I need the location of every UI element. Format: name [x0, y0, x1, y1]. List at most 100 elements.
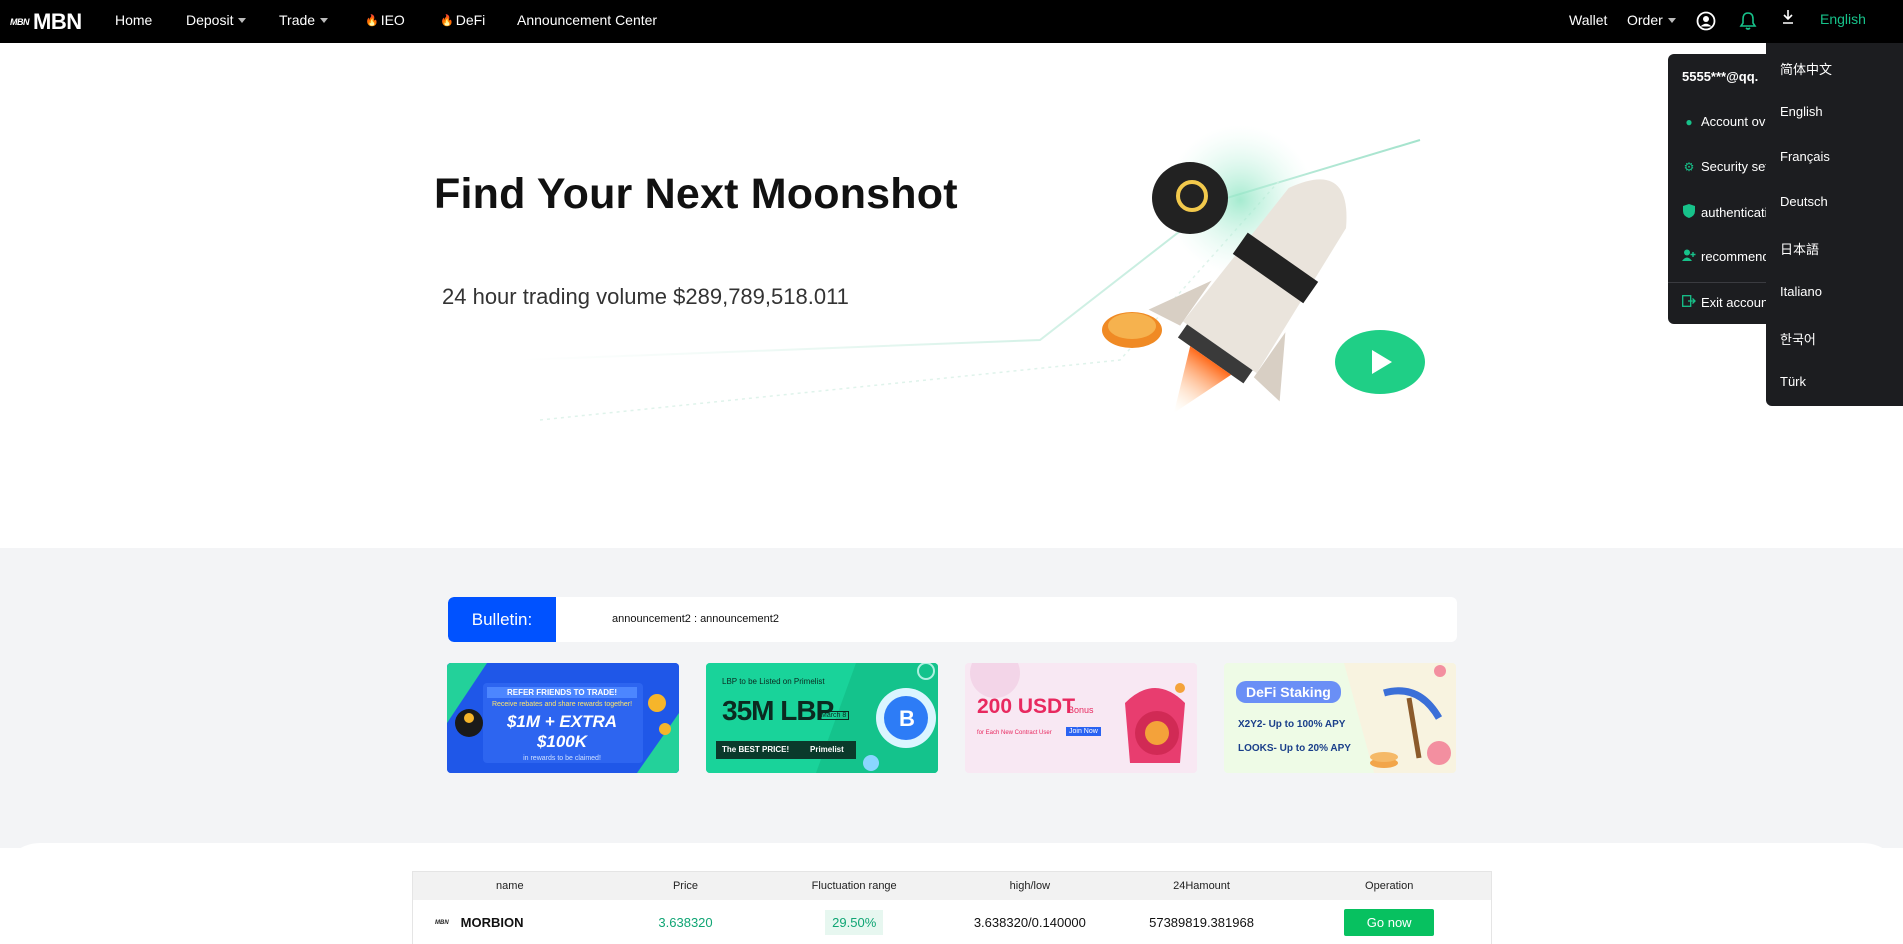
column-header[interactable]: 24Hamount [1116, 880, 1288, 892]
user-plus-icon [1682, 249, 1696, 264]
menu-security-settings[interactable]: ⚙ Security set [1682, 159, 1769, 174]
logout-icon [1682, 295, 1696, 310]
banner-text: in rewards to be claimed! [523, 755, 601, 762]
language-option[interactable]: Deutsch [1780, 194, 1828, 209]
rocket-illustration [520, 125, 1425, 421]
caret-down-icon [238, 17, 247, 23]
menu-label: Exit accoun [1701, 295, 1769, 310]
user-circle-icon[interactable] [1696, 11, 1716, 36]
mbn-logo[interactable]: MBN MBN [10, 9, 82, 35]
language-option[interactable]: 日本語 [1780, 239, 1819, 258]
nav-defi[interactable]: 🔥 DeFi [440, 12, 485, 28]
nav-announcement-center[interactable]: Announcement Center [517, 12, 657, 28]
bulletin-announcement[interactable]: announcement2 : announcement2 [612, 613, 779, 625]
language-selector[interactable]: English [1820, 11, 1866, 27]
language-option[interactable]: 简体中文 [1780, 59, 1832, 78]
caret-down-icon [1667, 17, 1676, 23]
banner-usdt-bonus[interactable]: 200 USDT Bonus for Each New Contract Use… [965, 663, 1197, 773]
column-header[interactable]: Fluctuation range [764, 880, 944, 892]
fire-icon: 🔥 [440, 14, 454, 27]
banner-text: The BEST PRICE! [722, 745, 790, 754]
menu-recommend[interactable]: recommend [1682, 249, 1770, 264]
language-option[interactable]: Français [1780, 149, 1830, 164]
banner-text: DeFi Staking [1236, 681, 1341, 703]
banner-text: X2Y2- Up to 100% APY [1238, 719, 1346, 730]
logo-mark: MBN [10, 17, 30, 27]
banner-text: REFER FRIENDS TO TRADE! [487, 687, 637, 698]
svg-text:B: B [899, 706, 915, 731]
menu-divider [1668, 282, 1774, 283]
go-now-button[interactable]: Go now [1344, 909, 1435, 936]
language-dropdown: 简体中文 English Français Deutsch 日本語 Italia… [1766, 43, 1903, 406]
menu-label: authenticatio [1701, 205, 1774, 220]
logo-text: MBN [33, 9, 82, 34]
banner-text: Receive rebates and share rewards togeth… [491, 701, 633, 708]
banner-text: Bonus [1068, 705, 1094, 715]
bulletin-label: Bulletin: [448, 597, 556, 642]
market-table-header: name Price Fluctuation range high/low 24… [413, 872, 1491, 900]
nav-home[interactable]: Home [115, 12, 152, 28]
nav-trade[interactable]: Trade [279, 12, 329, 28]
operation-cell: Go now [1287, 909, 1491, 936]
banner-text: 35M LBP [722, 695, 834, 726]
nav-ieo-label: IEO [380, 12, 405, 28]
nav-defi-label: DeFi [455, 12, 486, 28]
banner-defi-staking[interactable]: DeFi Staking X2Y2- Up to 100% APY LOOKS-… [1224, 663, 1456, 773]
market-table: name Price Fluctuation range high/low 24… [412, 871, 1492, 944]
banner-text: March 8 [818, 711, 850, 720]
menu-authentication[interactable]: authenticatio [1682, 204, 1774, 221]
menu-label: Account ove [1701, 114, 1773, 129]
nav-wallet-label: Wallet [1569, 12, 1608, 28]
coin-high-low: 3.638320/0.140000 [973, 915, 1086, 930]
coin-name-cell: MBN MORBION [413, 915, 607, 930]
nav-order[interactable]: Order [1627, 12, 1676, 28]
language-option[interactable]: 한국어 [1780, 329, 1816, 348]
banner-join-now: Join Now [1066, 727, 1101, 736]
language-option[interactable]: English [1780, 104, 1823, 119]
banner-text: $1M + EXTRA $100K [506, 712, 618, 751]
menu-label: recommend [1701, 249, 1770, 264]
bulletin-bar: Bulletin: announcement2 : announcement2 [448, 597, 1457, 642]
banner-text: Primelist [810, 745, 844, 754]
nav-ieo[interactable]: 🔥 IEO [365, 12, 405, 28]
coin-change-cell: 29.50% [764, 910, 944, 935]
nav-deposit-label: Deposit [186, 12, 234, 28]
column-header: Operation [1365, 880, 1414, 892]
bell-icon[interactable] [1739, 11, 1757, 36]
banner-text: 200 USDT [977, 695, 1076, 718]
coin-24h-amount: 57389819.381968 [1149, 915, 1254, 930]
shield-icon [1682, 204, 1696, 221]
nav-trade-label: Trade [279, 12, 316, 28]
column-header[interactable]: name [413, 880, 607, 892]
menu-label: Security set [1701, 159, 1769, 174]
top-navbar: MBN MBN Home Deposit Trade 🔥 IEO 🔥 DeFi An… [0, 0, 1903, 43]
caret-down-icon [320, 17, 329, 23]
table-row[interactable]: MBN MORBION 3.638320 29.50% 3.638320/0.1… [413, 900, 1491, 944]
nav-announcement-label: Announcement Center [517, 12, 658, 28]
banner-lbp-primelist[interactable]: B LBP to be Listed on Primelist 35M LBP … [706, 663, 938, 773]
language-option[interactable]: Italiano [1780, 284, 1822, 299]
banner-text: for Each New Contract User [977, 730, 1052, 736]
coin-logo: MBN [435, 919, 449, 926]
download-icon[interactable] [1781, 9, 1795, 30]
nav-home-label: Home [115, 12, 153, 28]
language-option[interactable]: Türk [1780, 374, 1806, 389]
column-header[interactable]: high/low [944, 880, 1116, 892]
content-section [0, 548, 1903, 848]
user-icon: ● [1685, 114, 1693, 129]
change-badge: 29.50% [825, 910, 884, 935]
account-dropdown: 5555***@qq. ● Account ove ⚙ Security set… [1668, 54, 1774, 324]
nav-deposit[interactable]: Deposit [186, 12, 247, 28]
menu-exit-account[interactable]: Exit accoun [1682, 295, 1768, 310]
nav-wallet[interactable]: Wallet [1569, 12, 1607, 28]
coin-price: 3.638320 [658, 915, 713, 930]
column-header[interactable]: Price [607, 880, 765, 892]
gear-icon: ⚙ [1683, 159, 1695, 174]
menu-account-overview[interactable]: ● Account ove [1682, 114, 1773, 129]
banner-text: LOOKS- Up to 20% APY [1238, 743, 1351, 754]
coin-name: MORBION [460, 915, 524, 930]
nav-order-label: Order [1627, 12, 1663, 28]
account-email: 5555***@qq. [1682, 69, 1759, 84]
banner-refer-friends[interactable]: REFER FRIENDS TO TRADE! Receive rebates … [447, 663, 679, 773]
banner-text: LBP to be Listed on Primelist [722, 677, 825, 686]
